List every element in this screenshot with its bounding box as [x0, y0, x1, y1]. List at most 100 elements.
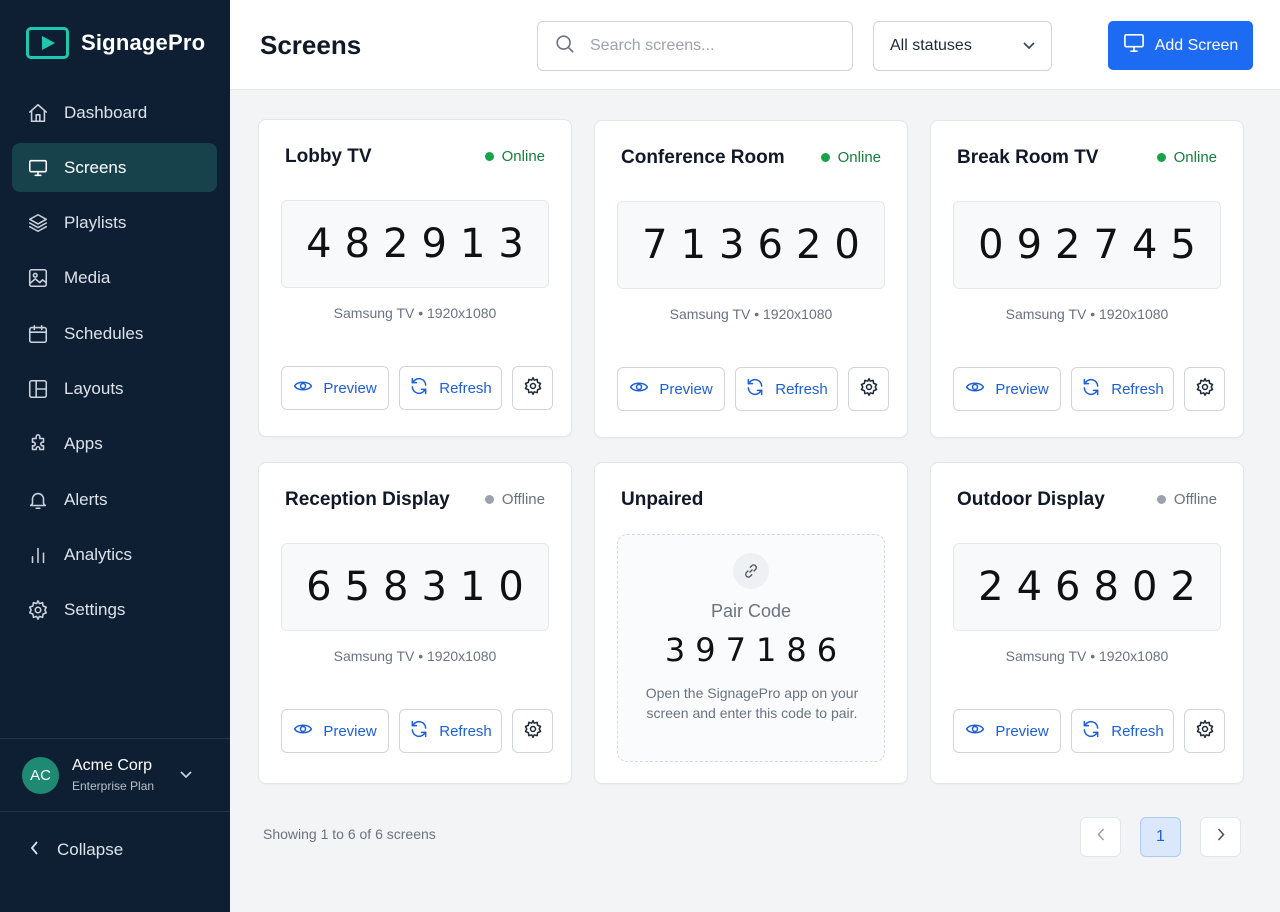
- sidebar-item-label: Dashboard: [64, 102, 148, 122]
- preview-button[interactable]: Preview: [617, 367, 725, 411]
- collapse-sidebar-button[interactable]: Collapse: [30, 840, 123, 860]
- screen-settings-button[interactable]: [512, 366, 553, 410]
- next-page-button[interactable]: [1200, 817, 1241, 857]
- brand[interactable]: SignagePro: [26, 27, 205, 59]
- status-filter-select[interactable]: All statuses: [873, 21, 1052, 71]
- monitor-icon: [26, 156, 50, 180]
- refresh-icon: [409, 719, 429, 743]
- card-actions: Preview Refresh: [953, 709, 1225, 753]
- screen-code: 246802: [953, 543, 1221, 631]
- chevron-left-icon: [30, 840, 39, 860]
- sidebar-item-label: Analytics: [64, 544, 133, 564]
- status-text: Offline: [1173, 491, 1217, 508]
- refresh-icon: [409, 376, 429, 400]
- screen-name: Outdoor Display: [957, 489, 1105, 510]
- refresh-button[interactable]: Refresh: [1071, 367, 1174, 411]
- sidebar-item-dashboard[interactable]: Dashboard: [12, 88, 217, 137]
- gear-icon: [1195, 377, 1215, 401]
- refresh-button[interactable]: Refresh: [1071, 709, 1174, 753]
- page-1-button[interactable]: 1: [1140, 817, 1181, 857]
- preview-button[interactable]: Preview: [953, 709, 1061, 753]
- top-header: Screens All statuses Add Screen: [230, 0, 1280, 90]
- screen-code: 658310: [281, 543, 549, 631]
- chevron-left-icon: [1096, 828, 1105, 846]
- card-actions: Preview Refresh: [281, 366, 553, 410]
- account-info: Acme Corp Enterprise Plan: [72, 757, 180, 793]
- screen-name: Lobby TV: [285, 146, 372, 167]
- pair-instructions: Open the SignagePro app on your screen a…: [645, 685, 859, 721]
- card-actions: Preview Refresh: [281, 709, 553, 753]
- sidebar: SignagePro Dashboard Screens Playlists M…: [0, 0, 230, 912]
- refresh-label: Refresh: [1111, 380, 1164, 398]
- sidebar-item-playlists[interactable]: Playlists: [12, 199, 217, 248]
- sidebar-item-media[interactable]: Media: [12, 254, 217, 303]
- status-dot: [484, 495, 494, 504]
- link-icon: [733, 553, 769, 589]
- status-text: Online: [1173, 149, 1217, 166]
- refresh-label: Refresh: [1111, 722, 1164, 740]
- sidebar-item-label: Screens: [64, 157, 127, 177]
- pair-code-panel: Pair Code 397186 Open the SignagePro app…: [617, 534, 885, 762]
- status-dot: [484, 152, 494, 161]
- sidebar-item-label: Apps: [64, 434, 103, 454]
- refresh-icon: [1081, 377, 1101, 401]
- bell-icon: [26, 488, 50, 512]
- refresh-button[interactable]: Refresh: [735, 367, 838, 411]
- screen-code: 482913: [281, 200, 549, 288]
- status-badge: Offline: [484, 491, 545, 508]
- search-input[interactable]: [590, 37, 830, 55]
- sidebar-item-apps[interactable]: Apps: [12, 420, 217, 469]
- refresh-button[interactable]: Refresh: [399, 366, 502, 410]
- eye-icon: [629, 377, 649, 401]
- add-screen-button[interactable]: Add Screen: [1108, 21, 1253, 70]
- screen-settings-button[interactable]: [512, 709, 553, 753]
- sidebar-nav: Dashboard Screens Playlists Media Schedu…: [12, 88, 217, 641]
- eye-icon: [293, 719, 313, 743]
- unpaired-title: Unpaired: [621, 489, 704, 510]
- pair-code: 397186: [664, 631, 848, 669]
- search-box[interactable]: [537, 21, 853, 71]
- screen-settings-button[interactable]: [848, 367, 889, 411]
- chevron-down-icon: [180, 766, 192, 784]
- prev-page-button[interactable]: [1080, 817, 1121, 857]
- sidebar-item-settings[interactable]: Settings: [12, 586, 217, 635]
- sidebar-item-analytics[interactable]: Analytics: [12, 530, 217, 579]
- sidebar-item-label: Settings: [64, 600, 126, 620]
- eye-icon: [965, 377, 985, 401]
- preview-label: Preview: [659, 380, 713, 398]
- status-filter-value: All statuses: [890, 37, 972, 54]
- screen-settings-button[interactable]: [1184, 367, 1225, 411]
- screen-settings-button[interactable]: [1184, 709, 1225, 753]
- status-text: Offline: [501, 491, 545, 508]
- preview-label: Preview: [323, 379, 377, 397]
- gear-icon: [26, 598, 50, 622]
- screen-code: 713620: [617, 201, 885, 289]
- sidebar-item-label: Playlists: [64, 213, 127, 233]
- page-title: Screens: [260, 30, 362, 60]
- results-summary: Showing 1 to 6 of 6 screens: [263, 826, 436, 842]
- sidebar-item-screens[interactable]: Screens: [12, 143, 217, 193]
- sidebar-item-layouts[interactable]: Layouts: [12, 364, 217, 413]
- device-info: Samsung TV • 1920x1080: [1005, 306, 1169, 322]
- status-dot: [820, 153, 830, 162]
- device-info: Samsung TV • 1920x1080: [333, 648, 497, 664]
- screen-card: Outdoor Display Offline 246802 Samsung T…: [930, 462, 1244, 784]
- sidebar-item-schedules[interactable]: Schedules: [12, 309, 217, 358]
- calendar-icon: [26, 322, 50, 346]
- sidebar-item-alerts[interactable]: Alerts: [12, 475, 217, 524]
- refresh-icon: [745, 377, 765, 401]
- refresh-label: Refresh: [439, 379, 492, 397]
- refresh-button[interactable]: Refresh: [399, 709, 502, 753]
- add-screen-label: Add Screen: [1154, 36, 1239, 54]
- preview-button[interactable]: Preview: [281, 709, 389, 753]
- gear-icon: [1195, 719, 1215, 743]
- sidebar-item-label: Schedules: [64, 323, 144, 343]
- sidebar-item-label: Alerts: [64, 489, 108, 509]
- status-badge: Offline: [1156, 491, 1217, 508]
- preview-button[interactable]: Preview: [281, 366, 389, 410]
- sidebar-item-label: Media: [64, 268, 111, 288]
- account-switcher[interactable]: AC Acme Corp Enterprise Plan: [0, 738, 230, 812]
- status-badge: Online: [1156, 149, 1217, 166]
- preview-button[interactable]: Preview: [953, 367, 1061, 411]
- screen-code: 092745: [953, 201, 1221, 289]
